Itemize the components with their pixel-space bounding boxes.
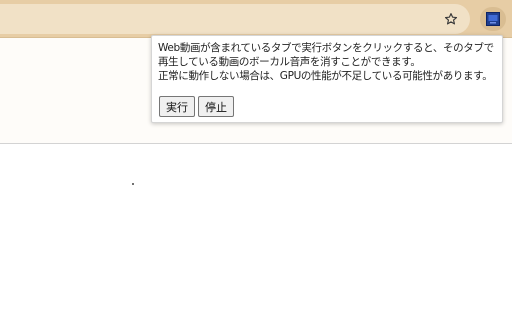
address-bar[interactable] (0, 4, 470, 34)
popup-line-2: 再生している動画のボーカル音声を消すことができます。 (158, 56, 421, 68)
page-dot (132, 183, 134, 185)
extension-popup: Web動画が含まれているタブで実行ボタンをクリックすると、そのタブで 再生してい… (151, 35, 503, 123)
popup-buttons: 実行 停止 (159, 96, 234, 117)
popup-message: Web動画が含まれているタブで実行ボタンをクリックすると、そのタブで 再生してい… (158, 41, 496, 83)
popup-line-3: 正常に動作しない場合は、GPUの性能が不足している可能性があります。 (158, 70, 493, 82)
bookmark-star-icon[interactable] (440, 8, 462, 30)
run-button[interactable]: 実行 (159, 96, 195, 117)
popup-line-1: Web動画が含まれているタブで実行ボタンをクリックすると、そのタブで (158, 42, 494, 54)
browser-toolbar (0, 0, 512, 38)
extension-app-icon[interactable] (480, 7, 506, 31)
stop-button[interactable]: 停止 (198, 96, 234, 117)
